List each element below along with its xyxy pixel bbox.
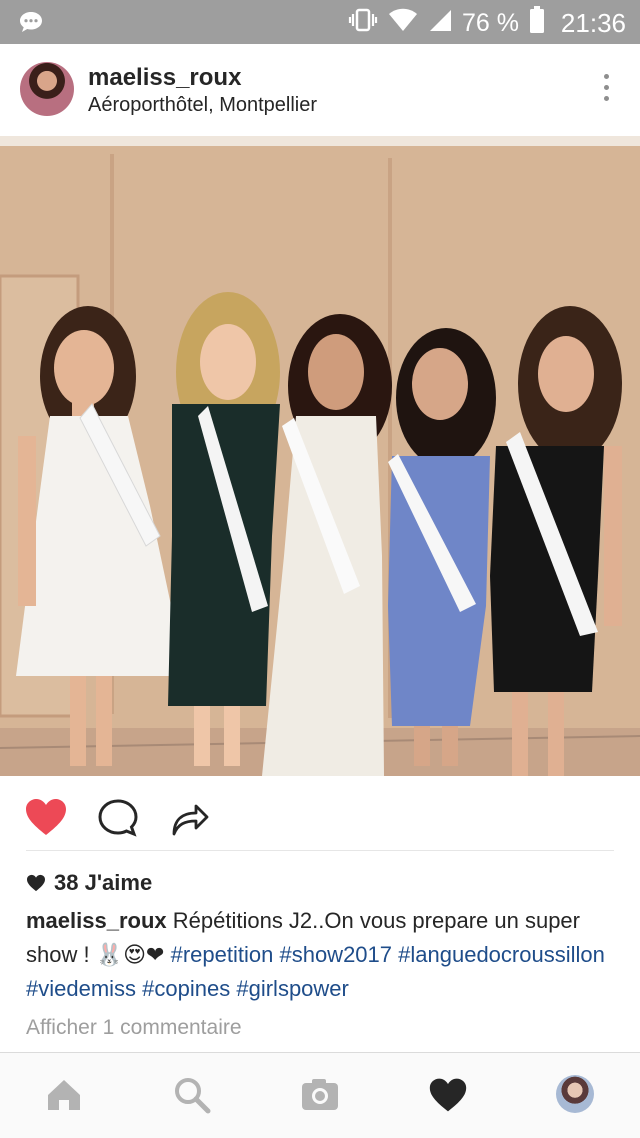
avatar[interactable] — [20, 62, 74, 116]
caption: maeliss_roux Répétitions J2..On vous pre… — [26, 904, 626, 1006]
heart-filled-icon[interactable] — [24, 796, 68, 840]
search-icon[interactable] — [172, 1075, 212, 1115]
status-bar: 76 % 21:36 — [0, 0, 640, 44]
hashtag[interactable]: #languedocroussillon — [398, 942, 605, 967]
hashtag[interactable]: #show2017 — [279, 942, 392, 967]
post-header: maeliss_roux Aéroporthôtel, Montpellier — [0, 44, 640, 136]
battery-percent: 76 % — [461, 9, 519, 37]
clock: 21:36 — [560, 8, 626, 38]
post-meta: 38 J'aime maeliss_roux Répétitions J2..O… — [0, 852, 640, 1052]
bottom-nav — [0, 1052, 640, 1138]
small-heart-icon — [27, 874, 45, 892]
likes-text: 38 J'aime — [54, 870, 153, 895]
camera-icon[interactable] — [300, 1075, 340, 1115]
post-username[interactable]: maeliss_roux — [88, 64, 241, 92]
message-icon — [18, 10, 44, 39]
signal-icon — [428, 8, 452, 39]
profile-avatar[interactable] — [556, 1075, 594, 1113]
divider — [26, 850, 614, 851]
vibrate-icon — [348, 7, 378, 40]
caption-emoji: 🐰😍❤ — [95, 942, 165, 967]
activity-heart-icon[interactable] — [428, 1075, 468, 1115]
person-2 — [168, 292, 280, 766]
wifi-icon — [388, 8, 418, 39]
post-location[interactable]: Aéroporthôtel, Montpellier — [88, 94, 317, 117]
hashtag[interactable]: #copines — [142, 976, 230, 1001]
hashtag[interactable]: #repetition — [171, 942, 274, 967]
share-icon[interactable] — [168, 796, 212, 840]
more-options-icon[interactable] — [600, 74, 612, 106]
comment-icon[interactable] — [96, 796, 140, 840]
view-comments-link[interactable]: Afficher 1 commentaire — [26, 1016, 242, 1040]
caption-username[interactable]: maeliss_roux — [26, 908, 167, 933]
likes-count[interactable]: 38 J'aime — [26, 870, 152, 896]
battery-icon — [529, 6, 545, 41]
post-photo[interactable] — [0, 136, 640, 776]
home-icon[interactable] — [44, 1075, 84, 1115]
hashtag[interactable]: #viedemiss — [26, 976, 136, 1001]
hashtag[interactable]: #girlspower — [236, 976, 349, 1001]
post-actions — [0, 776, 640, 852]
